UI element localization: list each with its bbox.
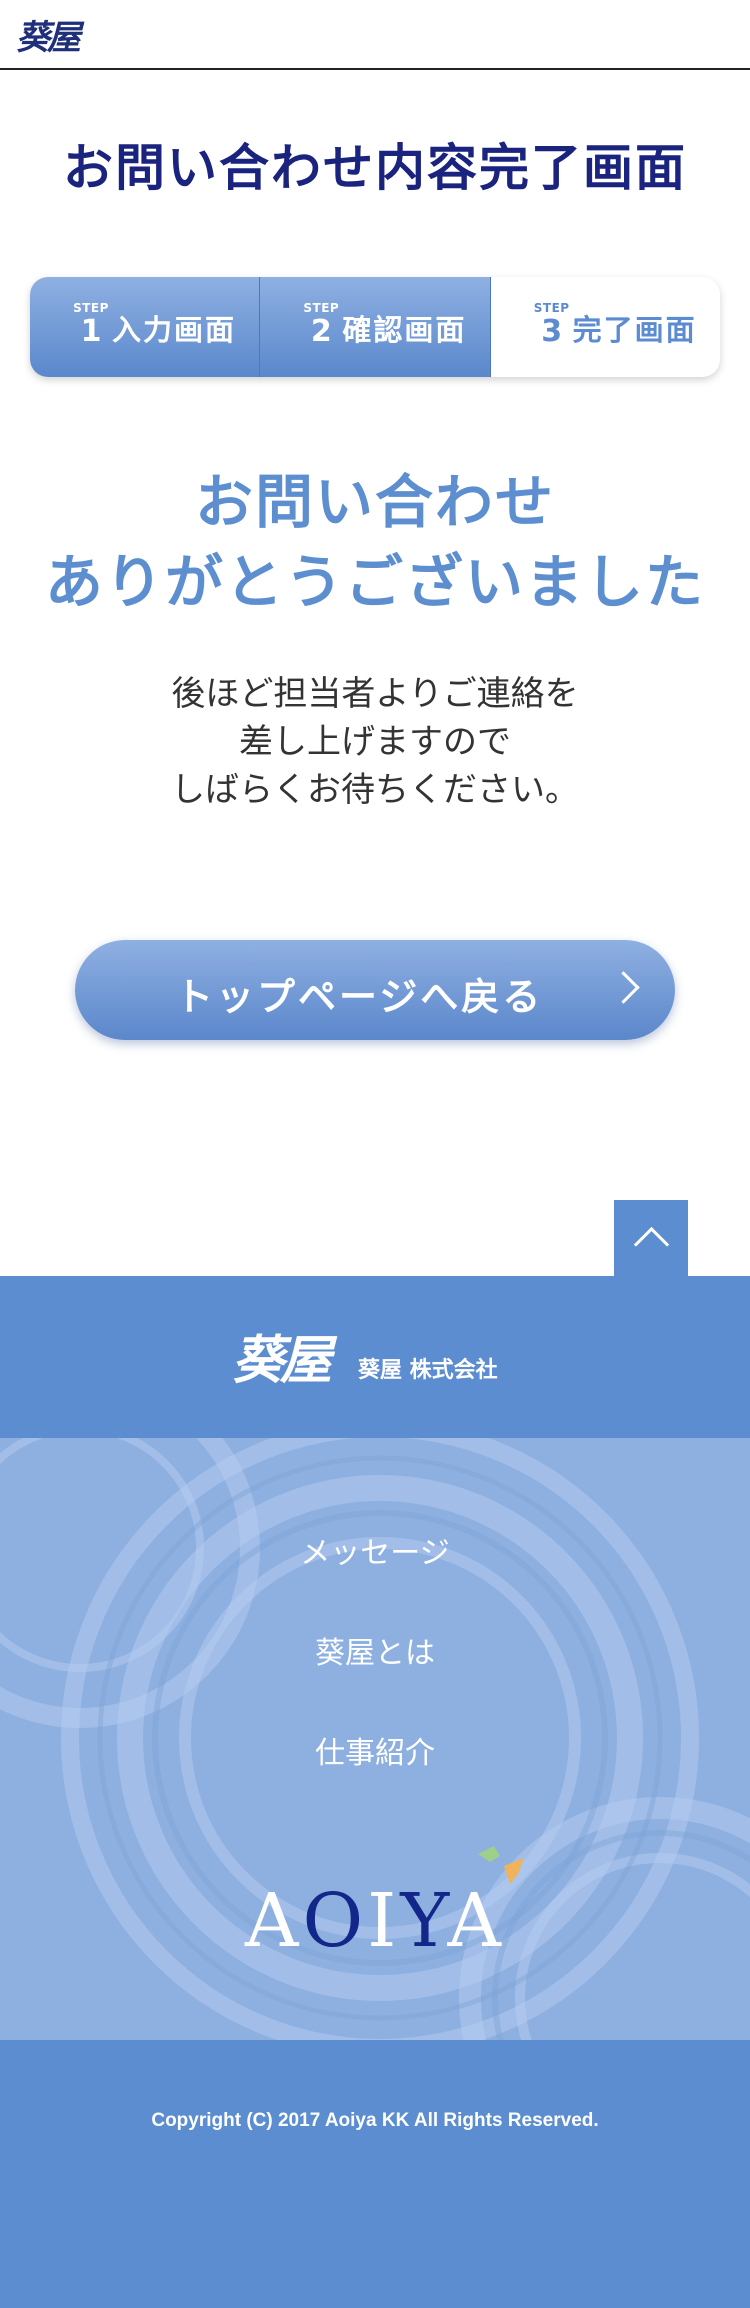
header-logo[interactable]: 葵屋 bbox=[16, 10, 81, 59]
site-header: 葵屋 bbox=[0, 0, 750, 70]
step-1-label: 入力画面 bbox=[112, 313, 237, 347]
chevron-right-icon bbox=[607, 971, 640, 1004]
back-to-top-page-button[interactable]: トップページへ戻る bbox=[75, 940, 675, 1040]
page-top-button[interactable] bbox=[614, 1200, 688, 1276]
step-2-tag: STEP bbox=[303, 301, 340, 315]
step-1-tag: STEP bbox=[73, 301, 109, 315]
footer-brand-bar: 葵屋 葵屋 株式会社 bbox=[0, 1276, 750, 1438]
note-line-1: 後ほど担当者よりご連絡を bbox=[171, 674, 579, 714]
back-button-label: トップページへ戻る bbox=[175, 975, 544, 1019]
note-line-3: しばらくお待ちください。 bbox=[171, 770, 579, 810]
footer-nav-about[interactable]: 葵屋とは bbox=[0, 1628, 750, 1672]
footer-bottom: Copyright (C) 2017 Aoiya KK All Rights R… bbox=[0, 2040, 750, 2308]
footer-nav-works[interactable]: 仕事紹介 bbox=[0, 1728, 750, 1772]
step-1: STEP 1 入力画面 bbox=[30, 277, 260, 377]
step-1-number: 1 bbox=[80, 314, 102, 349]
chevron-up-icon bbox=[633, 1226, 670, 1263]
thanks-heading: お問い合わせ ありがとうございました bbox=[0, 462, 750, 622]
step-indicator: STEP 1 入力画面 STEP 2 確認画面 STEP 3 完了画面 bbox=[30, 277, 720, 377]
thanks-line-2: ありがとうございました bbox=[44, 548, 705, 616]
completion-note: 後ほど担当者よりご連絡を 差し上げますので しばらくお待ちください。 bbox=[0, 670, 750, 814]
footer-logo[interactable]: 葵屋 bbox=[232, 1318, 332, 1393]
step-3-current: STEP 3 完了画面 bbox=[489, 277, 720, 377]
note-line-2: 差し上げますので bbox=[239, 722, 511, 762]
footer-nav-message[interactable]: メッセージ bbox=[0, 1528, 750, 1572]
footer-company-name: 葵屋 株式会社 bbox=[358, 1358, 498, 1383]
step-2-label: 確認画面 bbox=[342, 313, 467, 347]
step-3-label: 完了画面 bbox=[572, 313, 697, 347]
step-3-tag: STEP bbox=[533, 301, 570, 315]
footer-navigation: メッセージ 葵屋とは 仕事紹介 AOIYA bbox=[0, 1438, 750, 2040]
thanks-line-1: お問い合わせ bbox=[194, 468, 555, 536]
page-title: お問い合わせ内容完了画面 bbox=[63, 139, 687, 197]
copyright-text: Copyright (C) 2017 Aoiya KK All Rights R… bbox=[151, 2110, 599, 2131]
step-3-number: 3 bbox=[541, 314, 563, 349]
step-2: STEP 2 確認画面 bbox=[259, 277, 490, 377]
step-2-number: 2 bbox=[310, 314, 332, 349]
aoiya-brand-logo: AOIYA bbox=[245, 1878, 505, 1964]
